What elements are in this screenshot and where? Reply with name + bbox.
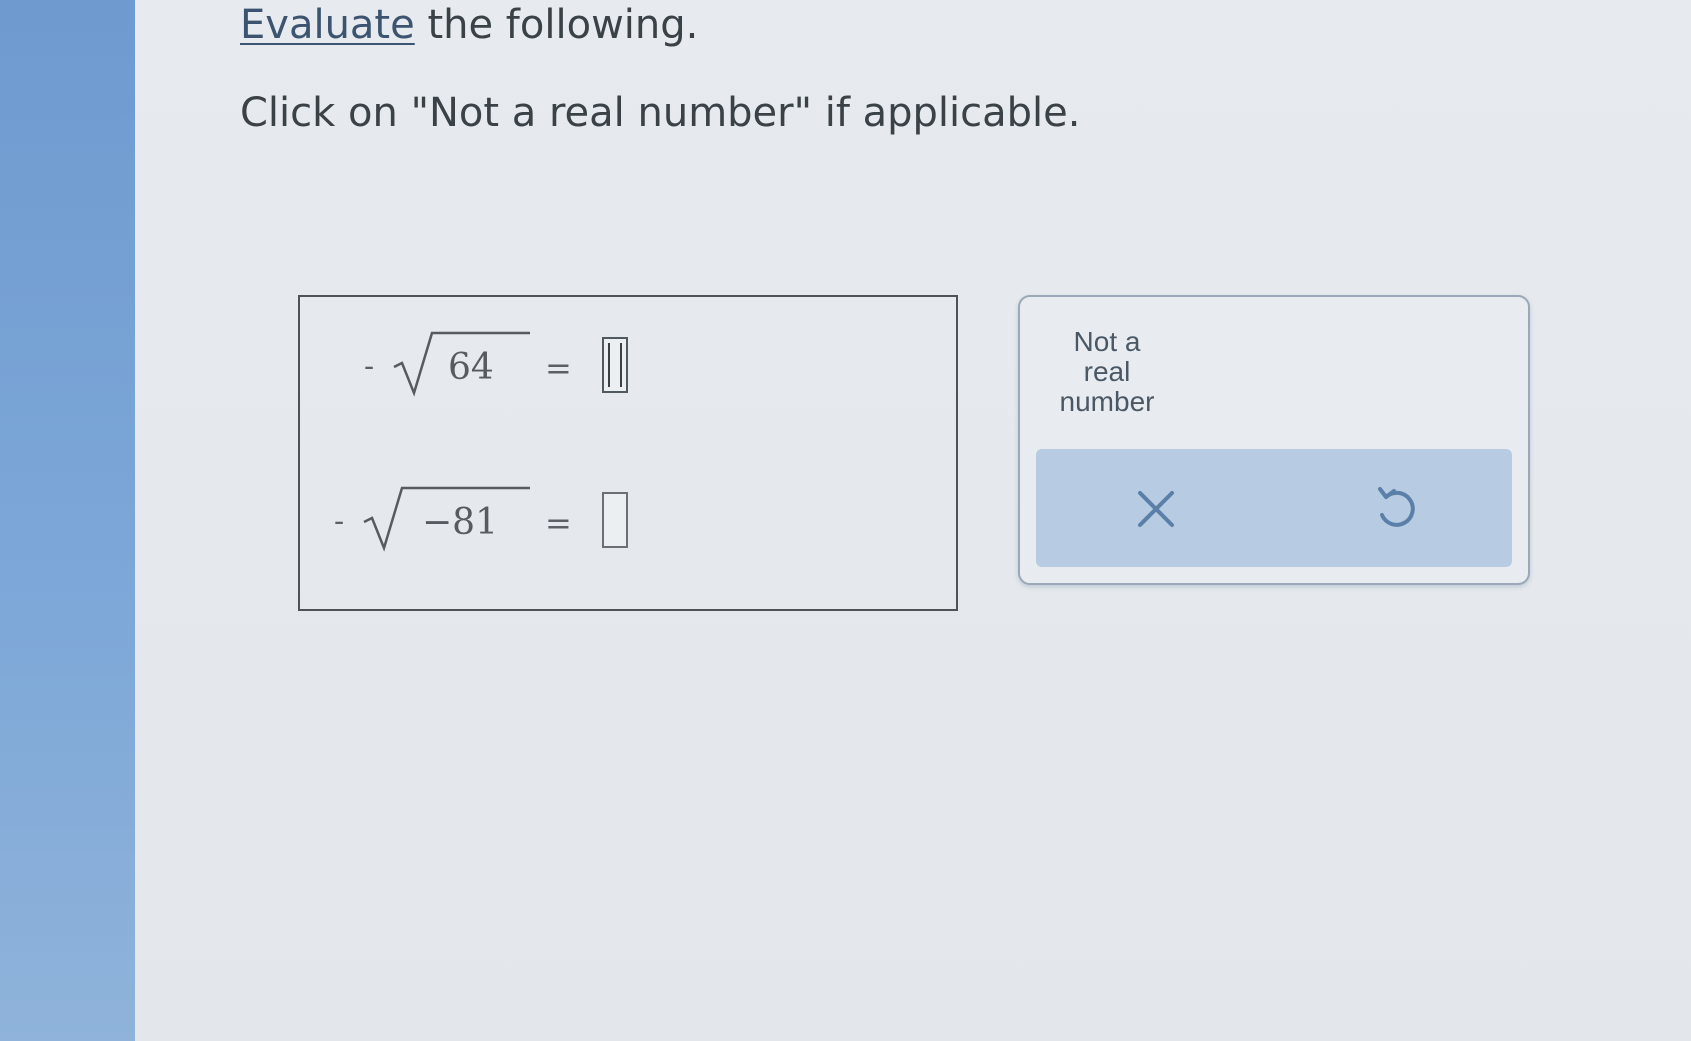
answer-input-1[interactable] — [602, 337, 628, 393]
not-a-real-number-button[interactable]: Not a real number — [1042, 317, 1172, 427]
problem-box: - 64 = - −81 = — [298, 295, 958, 611]
instruction-line-1-rest: the following. — [414, 2, 699, 48]
negative-sign: - — [364, 349, 375, 384]
instruction-line-2: Click on "Not a real number" if applicab… — [240, 90, 1081, 136]
text-cursor — [608, 343, 622, 387]
not-real-label-line-3: number — [1059, 386, 1155, 417]
clear-button[interactable] — [1101, 469, 1211, 549]
equals-sign: = — [545, 349, 572, 387]
equals-sign: = — [545, 504, 572, 542]
not-real-label-line-2: real — [1083, 356, 1131, 387]
answer-keypad-panel: Not a real number — [1018, 295, 1530, 585]
action-bar — [1036, 449, 1512, 567]
undo-icon — [1341, 483, 1451, 535]
evaluate-link[interactable]: Evaluate — [240, 2, 415, 48]
negative-sign: - — [334, 504, 345, 539]
radicand: 64 — [448, 347, 494, 388]
x-icon — [1101, 487, 1211, 531]
left-sidebar-strip — [0, 0, 135, 1041]
radicand: −81 — [422, 502, 498, 543]
answer-input-2[interactable] — [602, 492, 628, 548]
instruction-line-1: Evaluate the following. — [240, 2, 698, 48]
not-real-label-line-1: Not a — [1073, 326, 1141, 357]
undo-button[interactable] — [1341, 469, 1451, 549]
